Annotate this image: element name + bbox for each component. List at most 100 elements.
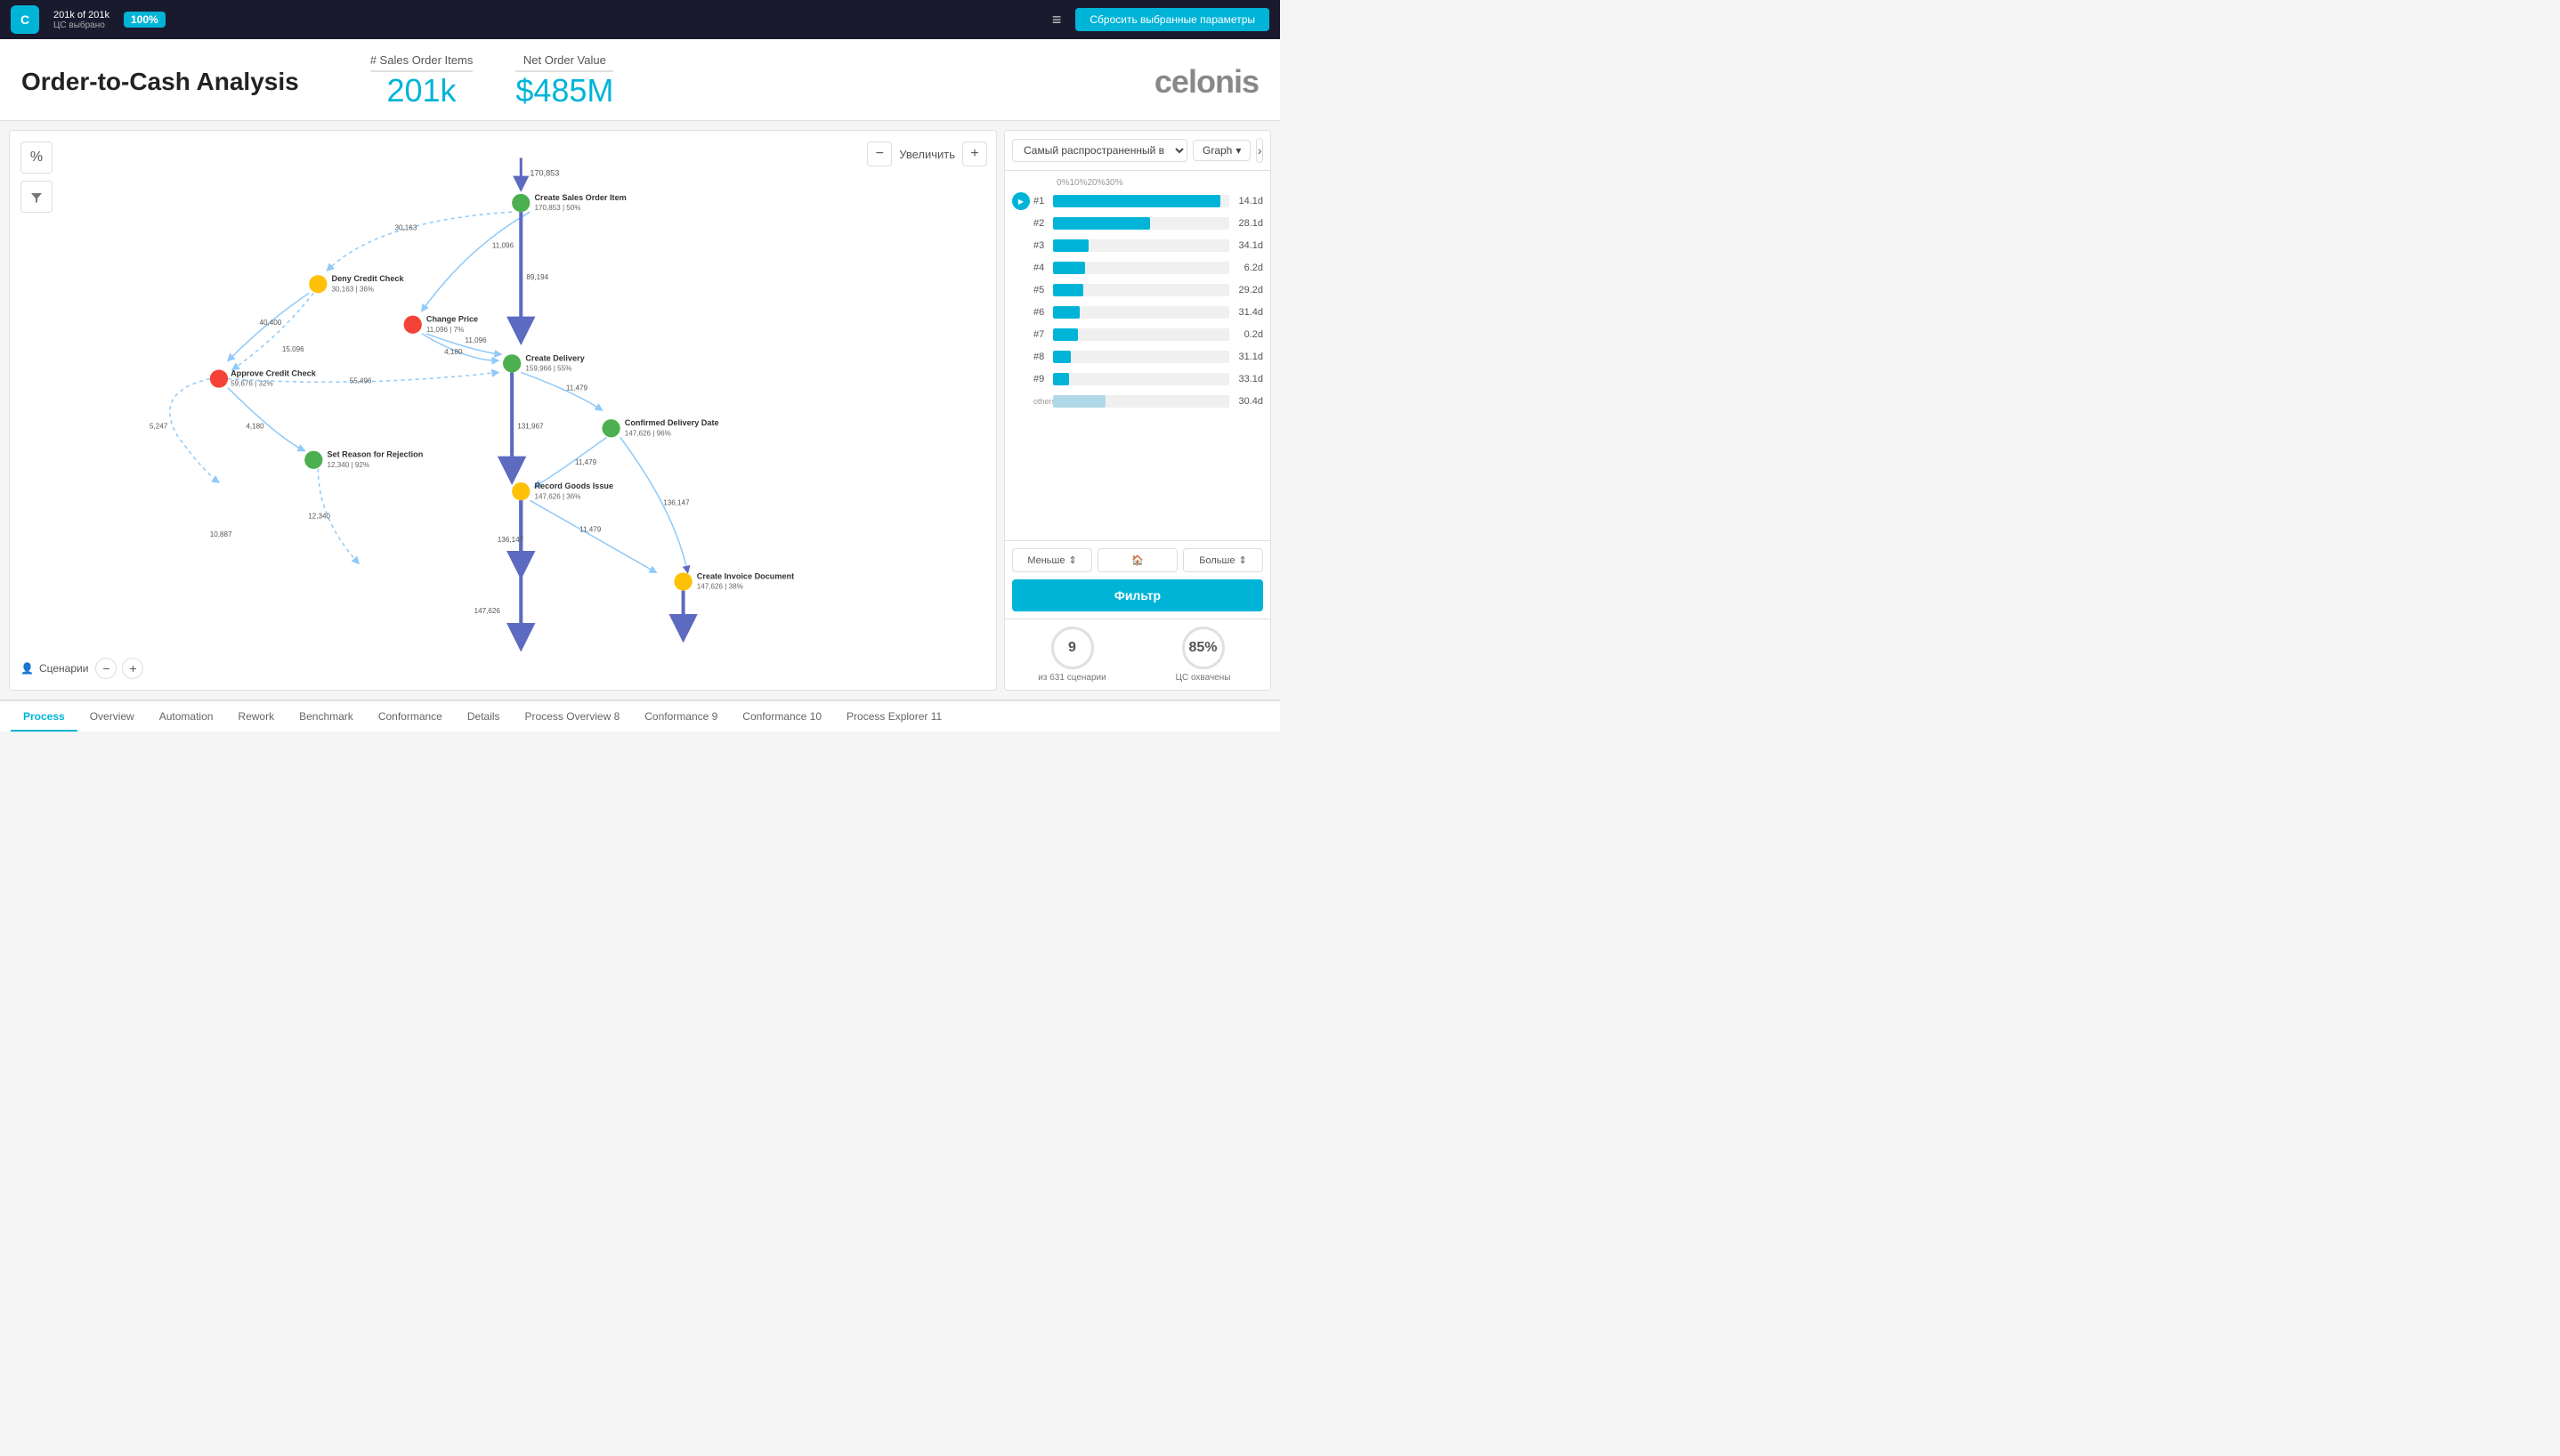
- svg-text:Confirmed Delivery Date: Confirmed Delivery Date: [625, 418, 719, 427]
- graph-view-button[interactable]: Graph ▾: [1193, 140, 1251, 161]
- bar-fill-5: [1053, 284, 1083, 296]
- play-button-1[interactable]: ▶: [1012, 192, 1030, 210]
- more-button[interactable]: Больше ⇕: [1183, 548, 1263, 572]
- svg-text:Create Invoice Document: Create Invoice Document: [697, 571, 794, 580]
- bar-row-3: #3 34.1d: [1012, 236, 1263, 255]
- tab-conformance-9[interactable]: Conformance 9: [632, 703, 730, 732]
- bottom-tabs: Process Overview Automation Rework Bench…: [0, 700, 1280, 732]
- svg-text:147,626 | 96%: 147,626 | 96%: [625, 429, 671, 437]
- reset-button[interactable]: Сбросить выбранные параметры: [1075, 8, 1269, 31]
- scenario-label: Сценарии: [39, 662, 88, 675]
- metric-net-order-value: Net Order Value $485M: [515, 53, 613, 109]
- tab-benchmark[interactable]: Benchmark: [287, 703, 366, 732]
- scenario-plus-button[interactable]: +: [122, 658, 143, 679]
- page-title: Order-to-Cash Analysis: [21, 68, 299, 96]
- tab-process-explorer-11[interactable]: Process Explorer 11: [834, 703, 954, 732]
- graph-tools: %: [20, 142, 53, 213]
- svg-text:170,853 | 50%: 170,853 | 50%: [534, 204, 580, 212]
- zoom-control: − Увеличить +: [867, 142, 987, 166]
- bar-container-9: [1053, 373, 1229, 385]
- svg-text:89,194: 89,194: [526, 273, 548, 281]
- stat-coverage: 85% ЦС охвачены: [1143, 627, 1263, 683]
- metric-value-2: $485M: [515, 72, 613, 109]
- bar-row-8: #8 31.1d: [1012, 347, 1263, 367]
- scenario-button[interactable]: 👤 Сценарии: [20, 662, 88, 675]
- svg-text:Record Goods Issue: Record Goods Issue: [534, 481, 613, 490]
- bar-value-7: 0.2d: [1235, 329, 1263, 340]
- tab-conformance[interactable]: Conformance: [366, 703, 455, 732]
- filter-button[interactable]: Фильтр: [1012, 579, 1263, 611]
- scenario-bar: 👤 Сценарии − +: [20, 658, 143, 679]
- filter-icon: ⇕: [1068, 554, 1076, 566]
- bar-fill-1: [1053, 195, 1220, 207]
- bar-label-6: #6: [1033, 307, 1053, 318]
- scenario-minus-button[interactable]: −: [95, 658, 117, 679]
- home-button[interactable]: 🏠: [1098, 548, 1178, 572]
- bar-label-2: #2: [1033, 218, 1053, 229]
- bar-label-8: #8: [1033, 352, 1053, 362]
- svg-text:Change Price: Change Price: [426, 315, 478, 324]
- bar-value-5: 29.2d: [1235, 285, 1263, 295]
- svg-text:12,340: 12,340: [308, 513, 330, 521]
- percent-tool-button[interactable]: %: [20, 142, 53, 174]
- svg-text:136,147: 136,147: [663, 498, 690, 506]
- chevron-down-icon: ▾: [1235, 144, 1241, 157]
- panel-next-button[interactable]: ›: [1256, 138, 1263, 163]
- filter-tool-button[interactable]: [20, 181, 53, 213]
- bar-value-9: 33.1d: [1235, 374, 1263, 384]
- metrics-bar: # Sales Order Items 201k Net Order Value…: [370, 53, 1154, 109]
- less-label: Меньше: [1027, 555, 1065, 566]
- tab-conformance-10[interactable]: Conformance 10: [730, 703, 834, 732]
- svg-text:5,247: 5,247: [150, 422, 168, 430]
- svg-text:4,180: 4,180: [246, 422, 264, 430]
- sort-dropdown[interactable]: Самый распространенный в: [1012, 139, 1187, 162]
- process-graph-area: % − Увеличить +: [9, 130, 997, 691]
- axis-30: 30%: [1105, 178, 1122, 188]
- process-flow-svg: 170,853 Create Sales Order Item 170,853 …: [10, 131, 996, 690]
- svg-text:30,163: 30,163: [394, 223, 417, 231]
- bar-fill-2: [1053, 217, 1150, 230]
- zoom-out-button[interactable]: −: [867, 142, 892, 166]
- tab-process-overview-8[interactable]: Process Overview 8: [513, 703, 633, 732]
- tab-overview[interactable]: Overview: [77, 703, 147, 732]
- scenario-icon: 👤: [20, 662, 34, 675]
- svg-text:11,479: 11,479: [579, 526, 602, 534]
- svg-text:11,096 | 7%: 11,096 | 7%: [426, 326, 464, 334]
- main-content: % − Увеличить +: [0, 121, 1280, 700]
- axis-0: 0%: [1057, 178, 1069, 188]
- svg-text:15,096: 15,096: [282, 345, 304, 353]
- page-header: Order-to-Cash Analysis # Sales Order Ite…: [0, 39, 1280, 121]
- bar-fill-others: [1053, 395, 1106, 408]
- bar-row-2: #2 28.1d: [1012, 214, 1263, 233]
- bar-fill-3: [1053, 239, 1089, 252]
- svg-text:40,400: 40,400: [260, 319, 282, 327]
- panel-controls: Меньше ⇕ 🏠 Больше ⇕: [1005, 540, 1270, 579]
- panel-header: Самый распространенный в Graph ▾ ›: [1005, 131, 1270, 171]
- zoom-in-button[interactable]: +: [962, 142, 987, 166]
- tab-rework[interactable]: Rework: [225, 703, 287, 732]
- tab-automation[interactable]: Automation: [147, 703, 226, 732]
- less-button[interactable]: Меньше ⇕: [1012, 548, 1092, 572]
- zoom-label: Увеличить: [899, 148, 955, 161]
- bar-container-2: [1053, 217, 1229, 230]
- svg-text:11,479: 11,479: [566, 384, 588, 392]
- metric-label-2: Net Order Value: [515, 53, 613, 72]
- bar-value-8: 31.1d: [1235, 352, 1263, 362]
- menu-icon[interactable]: ≡: [1052, 11, 1062, 29]
- svg-text:4,180: 4,180: [444, 348, 463, 356]
- stat-scenarios-value: 9: [1051, 627, 1094, 669]
- svg-text:131,967: 131,967: [517, 422, 544, 430]
- bar-value-2: 28.1d: [1235, 218, 1263, 229]
- svg-text:12,340 | 92%: 12,340 | 92%: [327, 461, 369, 469]
- tab-process[interactable]: Process: [11, 703, 77, 732]
- bar-chart-area: 0% 10% 20% 30% ▶ #1 14.1d #2: [1005, 171, 1270, 540]
- bar-row-9: #9 33.1d: [1012, 369, 1263, 389]
- app-logo: C: [11, 5, 39, 34]
- bar-container-4: [1053, 262, 1229, 274]
- metric-label-1: # Sales Order Items: [370, 53, 474, 72]
- top-bar: C 201k of 201k ЦС выбрано 100% ≡ Сбросит…: [0, 0, 1280, 39]
- stat-scenarios-label: из 631 сценарии: [1038, 673, 1106, 683]
- svg-text:11,096: 11,096: [492, 242, 514, 250]
- tab-details[interactable]: Details: [455, 703, 513, 732]
- svg-text:Create Delivery: Create Delivery: [525, 353, 585, 362]
